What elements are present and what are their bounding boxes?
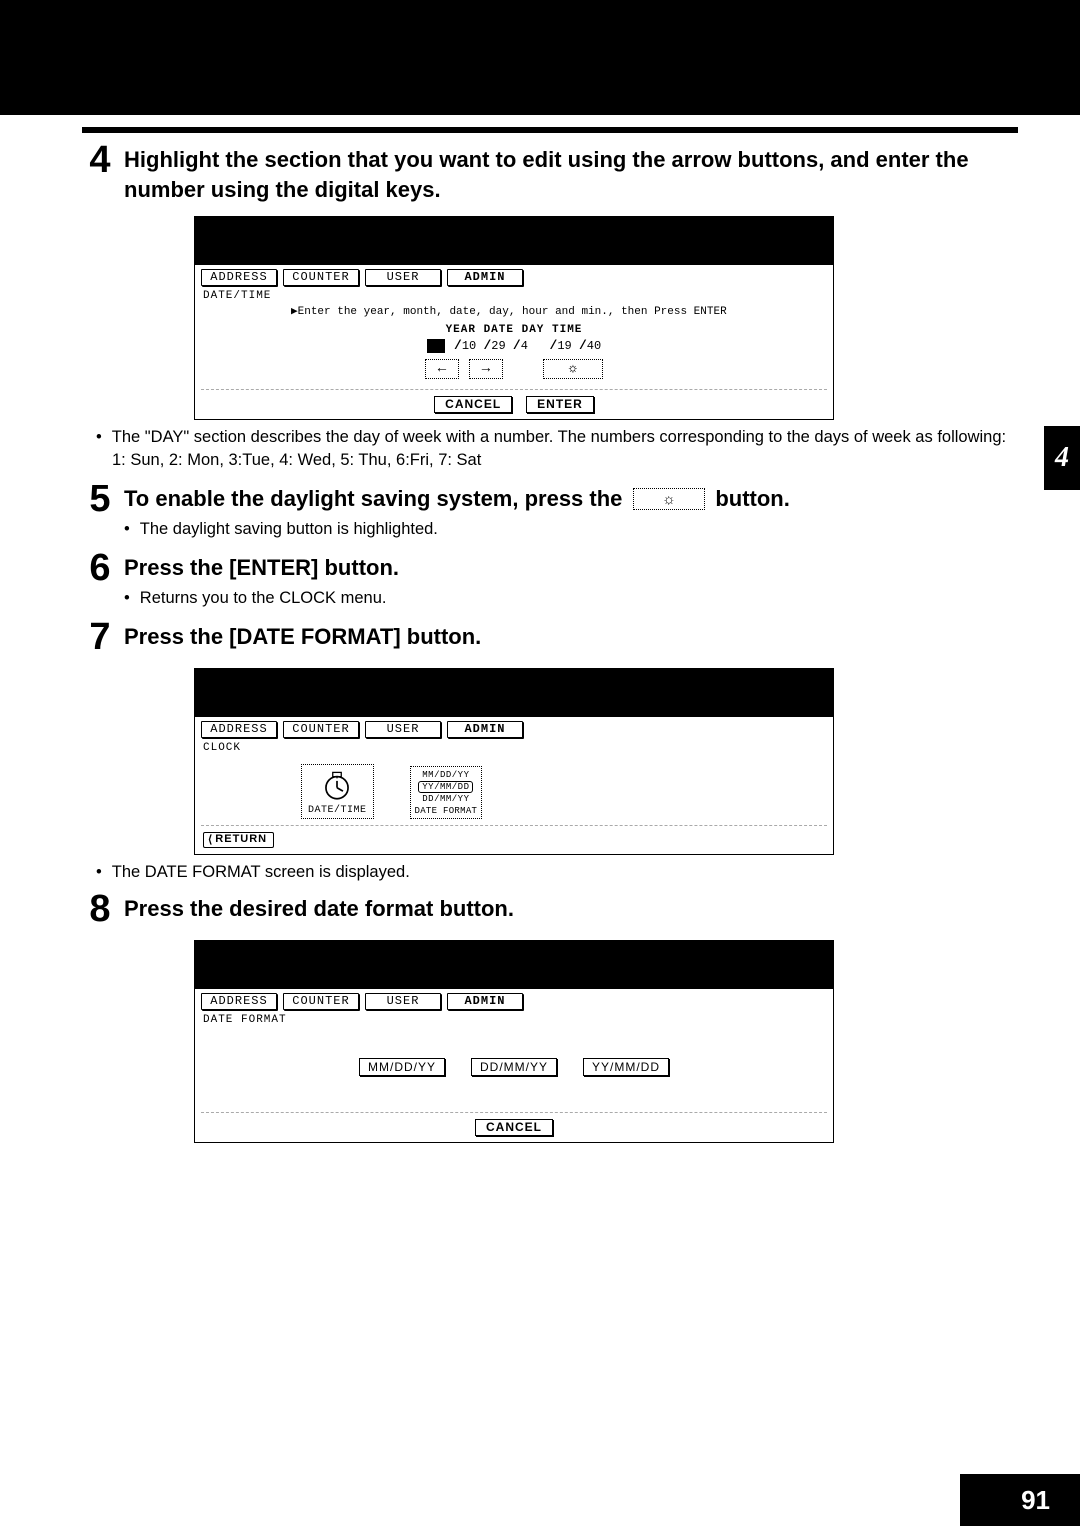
datetime-label: DATE/TIME	[308, 805, 367, 816]
chapter-number: 4	[1055, 442, 1069, 474]
val-min: 40	[587, 339, 601, 353]
cancel-button[interactable]: CANCEL	[434, 396, 512, 413]
enter-button[interactable]: ENTER	[526, 396, 594, 413]
fmt-ddmmyy-button[interactable]: DD/MM/YY	[471, 1058, 557, 1076]
step-4-bullet: The "DAY" section describes the day of w…	[96, 428, 1018, 447]
datetime-labels: YEAR DATE DAY TIME	[201, 324, 827, 336]
breadcrumb: CLOCK	[203, 742, 827, 754]
tab-user[interactable]: USER	[365, 993, 441, 1010]
step-title: Press the [DATE FORMAT] button.	[124, 622, 1018, 652]
val-day: 4	[521, 339, 528, 353]
step-8: 8 Press the desired date format button.	[82, 890, 1018, 928]
step-number: 7	[82, 618, 118, 656]
datetime-values: /10 /29 /4 /19 /40	[201, 338, 827, 353]
tab-counter[interactable]: COUNTER	[283, 993, 359, 1010]
screen-datetime: ADDRESS COUNTER USER ADMIN DATE/TIME ▶En…	[194, 216, 834, 420]
daylight-saving-icon-button[interactable]: ☼	[633, 488, 705, 510]
val-month: 10	[462, 339, 476, 353]
val-date: 29	[491, 339, 505, 353]
fmt-opt: YY/MM/DD	[418, 781, 473, 793]
screen-titlebar	[195, 941, 833, 989]
year-highlight[interactable]	[427, 339, 445, 353]
step-number: 4	[82, 141, 118, 179]
screen-titlebar	[195, 669, 833, 717]
step-title-part-a: To enable the daylight saving system, pr…	[124, 486, 622, 511]
tab-address[interactable]: ADDRESS	[201, 993, 277, 1010]
breadcrumb: DATE/TIME	[203, 290, 827, 302]
dateformat-option[interactable]: MM/DD/YY YY/MM/DD DD/MM/YY DATE FORMAT	[410, 766, 483, 819]
tab-user[interactable]: USER	[365, 721, 441, 738]
tab-user[interactable]: USER	[365, 269, 441, 286]
instruction-text: ▶Enter the year, month, date, day, hour …	[291, 304, 827, 318]
cancel-button[interactable]: CANCEL	[475, 1119, 553, 1136]
tab-admin[interactable]: ADMIN	[447, 721, 523, 738]
step-5: 5 To enable the daylight saving system, …	[82, 480, 1018, 543]
step-5-bullet: The daylight saving button is highlighte…	[140, 520, 438, 539]
screen-titlebar	[195, 217, 833, 265]
page-header-blackbar	[0, 0, 1080, 115]
return-arrow-icon: ⟨	[208, 833, 213, 846]
step-4: 4 Highlight the section that you want to…	[82, 141, 1018, 204]
step-title-part-b: button.	[715, 486, 790, 511]
step-7-bullet: The DATE FORMAT screen is displayed.	[96, 863, 1018, 882]
tab-row: ADDRESS COUNTER USER ADMIN	[201, 993, 827, 1010]
screen-clock: ADDRESS COUNTER USER ADMIN CLOCK DATE/TI…	[194, 668, 834, 855]
tab-row: ADDRESS COUNTER USER ADMIN	[201, 269, 827, 286]
return-button[interactable]: ⟨ RETURN	[203, 832, 274, 848]
tab-address[interactable]: ADDRESS	[201, 721, 277, 738]
page-footer: 91	[960, 1474, 1080, 1526]
datetime-option[interactable]: DATE/TIME	[301, 764, 374, 819]
tab-row: ADDRESS COUNTER USER ADMIN	[201, 721, 827, 738]
arrow-right-button[interactable]: →	[469, 359, 503, 379]
page-number: 91	[1021, 1485, 1050, 1516]
dateformat-label: DATE FORMAT	[415, 806, 478, 816]
daylight-saving-button[interactable]: ☼	[543, 359, 603, 379]
step-7: 7 Press the [DATE FORMAT] button.	[82, 618, 1018, 656]
step-title: Highlight the section that you want to e…	[124, 145, 1018, 204]
step-title: Press the desired date format button.	[124, 894, 1018, 924]
return-label: RETURN	[215, 833, 267, 845]
step-title: Press the [ENTER] button.	[124, 553, 1018, 583]
tab-counter[interactable]: COUNTER	[283, 269, 359, 286]
tab-address[interactable]: ADDRESS	[201, 269, 277, 286]
step-6-bullet: Returns you to the CLOCK menu.	[140, 589, 387, 608]
tab-admin[interactable]: ADMIN	[447, 269, 523, 286]
arrow-left-button[interactable]: ←	[425, 359, 459, 379]
clock-icon	[320, 769, 354, 803]
step-number: 5	[82, 480, 118, 518]
step-number: 6	[82, 549, 118, 587]
fmt-opt: MM/DD/YY	[420, 770, 471, 780]
step-4-bullet-sub: 1: Sun, 2: Mon, 3:Tue, 4: Wed, 5: Thu, 6…	[112, 451, 1018, 470]
fmt-opt: DD/MM/YY	[420, 794, 471, 804]
tab-admin[interactable]: ADMIN	[447, 993, 523, 1010]
step-number: 8	[82, 890, 118, 928]
breadcrumb: DATE FORMAT	[203, 1014, 827, 1026]
fmt-mmddyy-button[interactable]: MM/DD/YY	[359, 1058, 445, 1076]
fmt-yymmdd-button[interactable]: YY/MM/DD	[583, 1058, 669, 1076]
page-content: 4 Highlight the section that you want to…	[0, 133, 1080, 1143]
step-6: 6 Press the [ENTER] button. Returns you …	[82, 549, 1018, 612]
val-hour: 19	[557, 339, 571, 353]
tab-counter[interactable]: COUNTER	[283, 721, 359, 738]
chapter-tab: 4	[1044, 426, 1080, 490]
screen-dateformat: ADDRESS COUNTER USER ADMIN DATE FORMAT M…	[194, 940, 834, 1143]
